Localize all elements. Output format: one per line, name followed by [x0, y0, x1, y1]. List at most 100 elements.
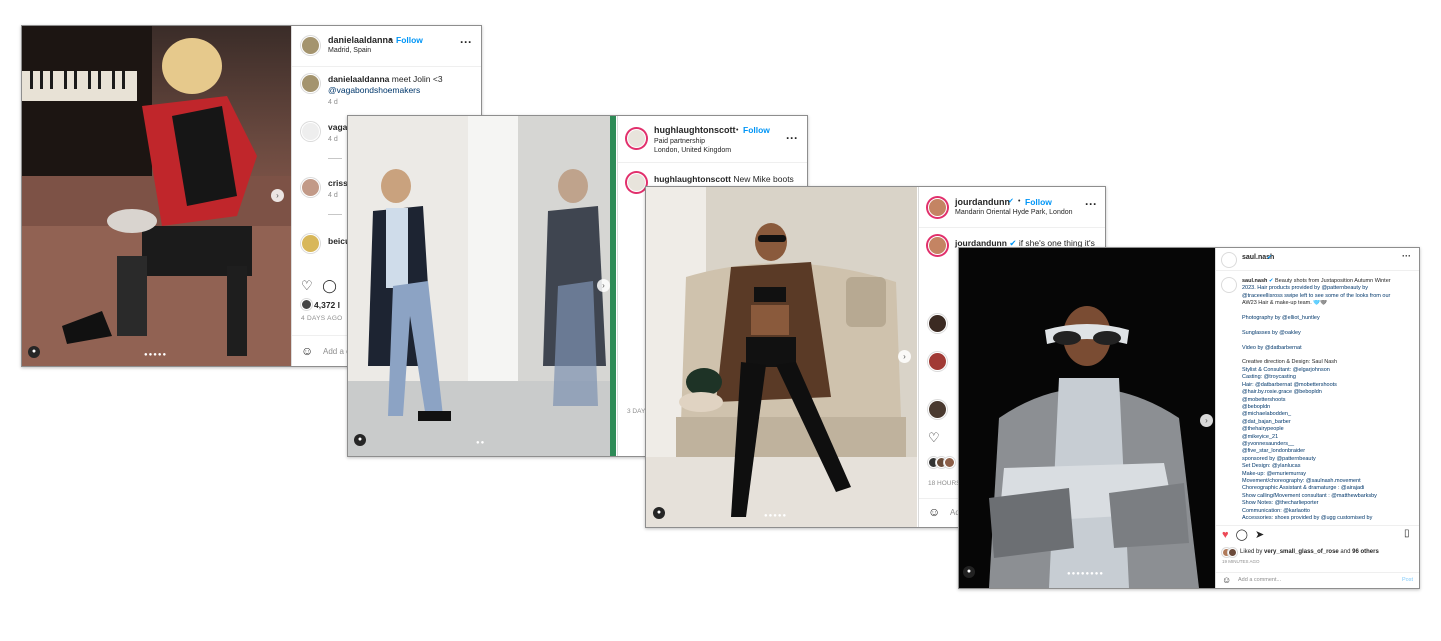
view-replies-line[interactable]: [328, 158, 342, 159]
more-options-icon[interactable]: ···: [786, 131, 798, 145]
like-icon[interactable]: ♥: [1222, 529, 1229, 541]
more-options-icon[interactable]: ···: [460, 35, 472, 49]
comment-avatar[interactable]: [301, 178, 320, 197]
comment-avatar[interactable]: [928, 352, 947, 371]
tagged-user-icon[interactable]: ●: [28, 346, 40, 358]
caption-line: Sunglasses by @oakley: [1242, 329, 1301, 336]
location[interactable]: Mandarin Oriental Hyde Park, London: [955, 208, 1073, 217]
more-options-icon[interactable]: ···: [1085, 197, 1097, 211]
caption-time: 4 d: [328, 99, 338, 106]
avatar[interactable]: [1222, 278, 1236, 292]
post-date[interactable]: 19 MINUTES AGO: [1222, 559, 1260, 564]
caption-line: @yvonnesaunders__: [1242, 440, 1295, 447]
photo-illustration: [348, 116, 616, 456]
avatar[interactable]: [627, 129, 646, 148]
username[interactable]: danielaaldanna: [328, 35, 393, 45]
comment-avatar[interactable]: [928, 314, 947, 333]
caption-username[interactable]: saul.nash: [1242, 278, 1267, 284]
caption-line: Beauty shots from Juxtaposition Autumn W…: [1275, 278, 1391, 284]
photo-illustration: [959, 248, 1215, 588]
comment-username[interactable]: criss: [328, 178, 348, 188]
avatar[interactable]: [627, 173, 646, 192]
avatar[interactable]: [928, 236, 947, 255]
caption: danielaaldanna meet Jolin <3: [328, 74, 443, 84]
post-comment-button[interactable]: Post: [1402, 577, 1413, 583]
caption-line: @mobettershoots: [1242, 396, 1286, 403]
location[interactable]: Madrid, Spain: [328, 46, 371, 55]
tagged-user-icon[interactable]: ●: [963, 566, 975, 578]
like-icon[interactable]: ♡: [928, 430, 940, 445]
carousel-indicator: ●●●●●●●●: [1067, 571, 1104, 577]
avatar[interactable]: [928, 198, 947, 217]
avatar[interactable]: [301, 36, 320, 55]
caption-line: @thehairypeople: [1242, 426, 1284, 433]
save-icon[interactable]: ▯: [1404, 528, 1410, 539]
username[interactable]: hughlaughtonscott: [654, 125, 735, 135]
caption: saul.nash ✔ Beauty shots from Juxtaposit…: [1242, 278, 1414, 522]
comment-time: 4 d: [328, 136, 338, 143]
next-slide-button[interactable]: ›: [898, 350, 911, 363]
view-replies-line[interactable]: [328, 214, 342, 215]
caption-username[interactable]: hughlaughtonscott: [654, 174, 731, 184]
follow-separator: •: [1018, 198, 1021, 205]
caption-line: Accessories: shoes provided by @ugg cust…: [1242, 515, 1373, 521]
more-options-icon[interactable]: ···: [1402, 251, 1411, 261]
post-date[interactable]: 4 DAYS AGO: [301, 315, 343, 322]
paid-partnership-label[interactable]: Paid partnership: [654, 137, 705, 146]
post-header: hughlaughtonscott • Follow Paid partners…: [618, 116, 807, 163]
tagged-user-icon[interactable]: ●: [653, 507, 665, 519]
post-photo[interactable]: › ● ●●●●●: [646, 187, 917, 527]
post-photo[interactable]: › ● ●●●●●●●●: [959, 248, 1215, 588]
caption-mention[interactable]: @vagabondshoemakers: [328, 85, 420, 95]
emoji-icon[interactable]: ☺: [1222, 575, 1231, 585]
caption-line: [1242, 308, 1414, 315]
comment-username[interactable]: vaga: [328, 122, 347, 132]
liker-avatar[interactable]: [944, 457, 955, 468]
caption-line: @hair.by.rosie.grace @bebopldn: [1242, 389, 1322, 396]
caption-line: 2023. Hair products provided by @pattern…: [1242, 285, 1369, 292]
follow-button[interactable]: Follow: [743, 125, 770, 135]
like-count[interactable]: 4,372 l: [314, 300, 340, 310]
comment-avatar[interactable]: [301, 122, 320, 141]
avatar[interactable]: [301, 74, 320, 93]
post-photo[interactable]: › ● ●●: [348, 116, 616, 456]
caption-text: meet Jolin <3: [391, 74, 443, 84]
liker-avatar[interactable]: [301, 299, 312, 310]
verified-badge-icon: ✔: [1267, 255, 1273, 261]
caption: hughlaughtonscott New Mike boots: [654, 174, 794, 184]
avatar[interactable]: [1222, 253, 1236, 267]
like-icon[interactable]: ♡: [301, 278, 313, 293]
username[interactable]: jourdandunn: [955, 197, 1010, 207]
emoji-icon[interactable]: ☺: [928, 505, 940, 519]
caption-line: [1242, 337, 1414, 344]
follow-button[interactable]: Follow: [1025, 197, 1052, 207]
caption-username[interactable]: danielaaldanna: [328, 74, 389, 84]
comment-avatar[interactable]: [301, 234, 320, 253]
post-photo[interactable]: › ● ●●●●●: [22, 26, 291, 366]
follow-separator: •: [736, 127, 739, 134]
next-slide-button[interactable]: ›: [271, 189, 284, 202]
liker-avatar[interactable]: [1228, 548, 1237, 557]
comment-avatar[interactable]: [928, 400, 947, 419]
caption-text: New Mike boots: [733, 174, 794, 184]
caption-line: [1242, 322, 1414, 329]
caption-line: Show calling/Movement consultant : @matt…: [1242, 492, 1377, 499]
caption-line: Photography by @elliot_huntley: [1242, 315, 1320, 322]
post-date[interactable]: 18 HOURS: [928, 480, 961, 487]
likes-summary[interactable]: Liked by very_small_glass_of_rose and 96…: [1240, 547, 1379, 557]
comment-icon[interactable]: ◯: [322, 278, 337, 293]
location[interactable]: London, United Kingdom: [654, 146, 731, 155]
emoji-icon[interactable]: ☺: [301, 344, 313, 358]
verified-badge-icon: ✔: [1268, 278, 1274, 284]
photo-illustration: [22, 26, 291, 366]
share-icon[interactable]: ➤: [1255, 529, 1264, 541]
comment-icon[interactable]: ◯: [1236, 529, 1248, 541]
next-slide-button[interactable]: ›: [1200, 414, 1213, 427]
next-slide-button[interactable]: ›: [597, 279, 610, 292]
comment-input[interactable]: Add a comment...: [1238, 577, 1281, 583]
follow-button[interactable]: Follow: [396, 35, 423, 45]
tagged-user-icon[interactable]: ●: [354, 434, 366, 446]
post-date[interactable]: 3 DAY: [627, 408, 645, 415]
actions-area: ♥ ◯ ➤ ▯ Liked by very_small_glass_of_ros…: [1216, 525, 1419, 588]
photo-illustration: [646, 187, 917, 527]
